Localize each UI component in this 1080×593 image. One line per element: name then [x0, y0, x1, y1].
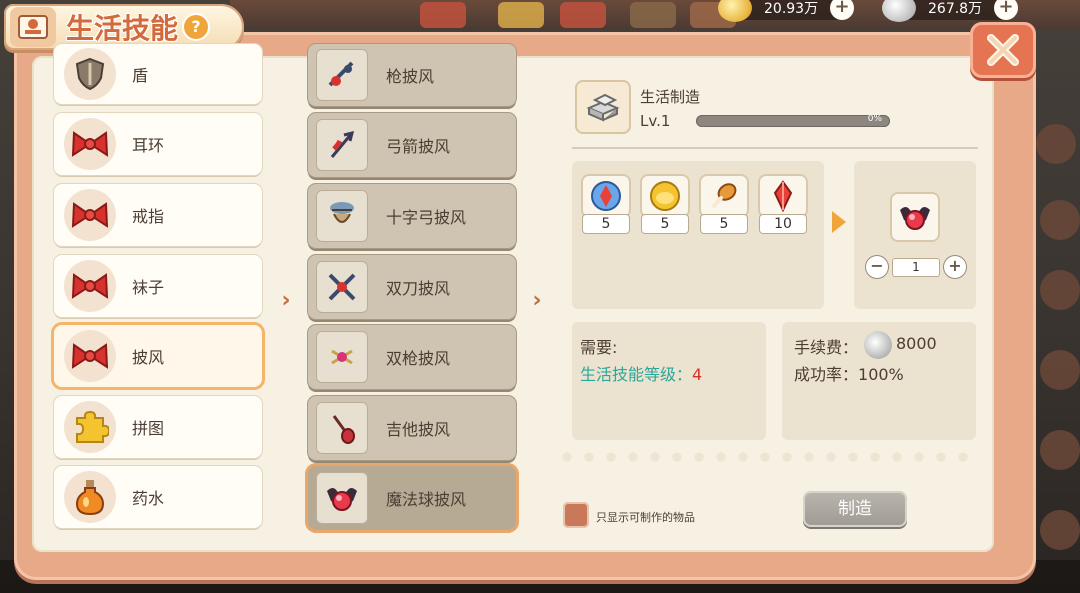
- blue-crystal-icon: [581, 174, 631, 218]
- material-count: 10: [760, 215, 806, 233]
- side-menu-icon[interactable]: [1040, 270, 1080, 310]
- category-label: 盾: [132, 66, 149, 85]
- category-label: 耳环: [132, 136, 165, 155]
- red-crystal-icon: [758, 174, 808, 218]
- category-item[interactable]: 袜子: [54, 255, 262, 317]
- guitar-cape-icon: [316, 402, 368, 454]
- help-button[interactable]: ?: [184, 15, 209, 39]
- puzzle-icon: [64, 401, 116, 453]
- craftable-only-label: 只显示可制作的物品: [596, 511, 695, 524]
- fee-value: 8000: [896, 334, 937, 353]
- drumstick-icon: [699, 174, 749, 218]
- item-label: 魔法球披风: [386, 490, 467, 509]
- decrease-quantity-button[interactable]: −: [866, 256, 888, 278]
- item-label: 双枪披风: [386, 349, 451, 368]
- crossbow-cape-icon: [316, 190, 368, 242]
- life-skill-book-icon: [10, 7, 56, 47]
- skill-requirement-label: 生活技能等级：: [580, 365, 693, 384]
- side-menu-icon[interactable]: [1040, 510, 1080, 550]
- material-count: 5: [583, 215, 629, 233]
- gold-amount: 20.93万: [764, 1, 819, 17]
- craft-skill-level: Lv.1: [640, 112, 671, 130]
- gold-nugget-icon: [640, 174, 690, 218]
- category-label: 袜子: [132, 278, 165, 297]
- red-bow-icon: [64, 260, 116, 312]
- shield-icon: [64, 48, 116, 100]
- success-rate-label: 成功率：: [794, 365, 859, 384]
- experience-percent: 0%: [867, 114, 882, 124]
- material-count: 5: [642, 215, 688, 233]
- category-label: 拼图: [132, 419, 165, 438]
- category-item[interactable]: 盾: [54, 44, 262, 104]
- material-count: 5: [701, 215, 747, 233]
- divider: [572, 147, 978, 149]
- bow-cape-icon: [316, 119, 368, 171]
- gold-currency: 20.93万 +: [718, 0, 855, 22]
- close-icon: [987, 34, 1019, 66]
- requirements-title: 需要:: [580, 338, 618, 357]
- gold-coin-icon: [718, 0, 752, 22]
- item-row[interactable]: 十字弓披风: [308, 184, 516, 248]
- magic-orb-cape-icon[interactable]: [890, 192, 940, 242]
- page-title: 生活技能: [66, 12, 179, 45]
- red-bow-icon: [64, 330, 116, 382]
- side-menu-icon[interactable]: [1040, 430, 1080, 470]
- item-row-selected[interactable]: 魔法球披风: [308, 466, 516, 530]
- side-menu-icon[interactable]: [1040, 200, 1080, 240]
- dual-gun-cape-icon: [316, 331, 368, 383]
- item-row[interactable]: 枪披风: [308, 44, 516, 106]
- item-label: 弓箭披风: [386, 137, 451, 156]
- increase-quantity-button[interactable]: +: [944, 256, 966, 278]
- side-menu-icon[interactable]: [1040, 350, 1080, 390]
- item-row[interactable]: 吉他披风: [308, 396, 516, 460]
- craftable-only-checkbox[interactable]: [563, 502, 589, 528]
- magic-orb-cape-icon: [316, 472, 368, 524]
- success-rate: 成功率：100%: [794, 361, 904, 385]
- item-label: 双刀披风: [386, 279, 451, 298]
- gun-cape-icon: [316, 49, 368, 101]
- dual-blade-cape-icon: [316, 261, 368, 313]
- silver-coin-icon: [882, 0, 916, 22]
- category-item[interactable]: 戒指: [54, 184, 262, 246]
- material-slot[interactable]: 5: [640, 174, 690, 233]
- item-label: 枪披风: [386, 67, 435, 86]
- category-item-selected[interactable]: 披风: [54, 325, 262, 387]
- item-row[interactable]: 双刀披风: [308, 255, 516, 319]
- red-bow-icon: [64, 118, 116, 170]
- category-label: 披风: [132, 348, 165, 367]
- side-menu-icon[interactable]: [1036, 124, 1076, 164]
- experience-bar: 0%: [696, 114, 890, 127]
- item-label: 十字弓披风: [386, 208, 467, 227]
- silver-coin-icon: [864, 331, 892, 359]
- category-label: 药水: [132, 489, 165, 508]
- quantity-input[interactable]: 1: [892, 258, 940, 277]
- red-bow-icon: [64, 189, 116, 241]
- fee-label: 手续费：: [794, 338, 859, 357]
- chevron-right-icon: ›: [281, 287, 291, 313]
- craft-skill-name: 生活制造: [640, 88, 701, 106]
- category-item[interactable]: 药水: [54, 466, 262, 528]
- category-item[interactable]: 拼图: [54, 396, 262, 458]
- detail-area: [556, 66, 994, 552]
- material-slot[interactable]: 10: [758, 174, 808, 233]
- skill-requirement: 生活技能等级：4: [580, 361, 702, 385]
- item-label: 吉他披风: [386, 420, 451, 439]
- item-row[interactable]: 弓箭披风: [308, 113, 516, 177]
- material-slot[interactable]: 5: [699, 174, 749, 233]
- silver-currency: 267.8万 +: [882, 0, 1019, 22]
- skill-requirement-value: 4: [692, 365, 703, 384]
- silver-ingot-icon: [575, 80, 631, 134]
- category-label: 戒指: [132, 207, 165, 226]
- category-item[interactable]: 耳环: [54, 113, 262, 175]
- success-rate-value: 100%: [858, 365, 904, 384]
- chevron-right-icon: ›: [532, 287, 542, 313]
- decorative-divider: [556, 452, 978, 462]
- craft-arrow-icon: [832, 211, 846, 233]
- craft-button[interactable]: 制造: [803, 491, 907, 527]
- material-slot[interactable]: 5: [581, 174, 631, 233]
- item-row[interactable]: 双枪披风: [308, 325, 516, 389]
- potion-icon: [64, 471, 116, 523]
- silver-amount: 267.8万: [928, 1, 983, 17]
